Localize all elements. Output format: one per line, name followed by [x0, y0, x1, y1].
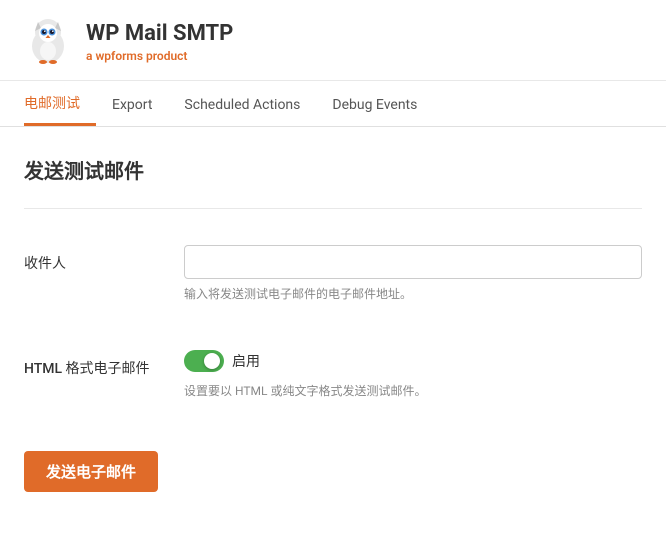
logo-text: WP Mail SMTP a wpforms product: [86, 21, 233, 63]
app-subtitle: a wpforms product: [86, 49, 233, 63]
send-button[interactable]: 发送电子邮件: [24, 451, 158, 492]
form-row-html-format: HTML 格式电子邮件 启用 设置要以 HTML 或纯文字格式发送测试邮件。: [24, 338, 642, 411]
brand-name: wpforms: [95, 49, 143, 63]
recipient-label: 收件人: [24, 245, 184, 273]
html-format-hint: 设置要以 HTML 或纯文字格式发送测试邮件。: [184, 382, 642, 399]
toggle-wrap: 启用: [184, 350, 642, 372]
html-format-label: HTML 格式电子邮件: [24, 350, 184, 378]
form-row-recipient: 收件人 输入将发送测试电子邮件的电子邮件地址。: [24, 233, 642, 314]
html-toggle[interactable]: [184, 350, 224, 372]
tab-email-test[interactable]: 电邮测试: [24, 81, 96, 126]
toggle-label: 启用: [232, 351, 260, 371]
page-wrapper: WP Mail SMTP a wpforms product 电邮测试 Expo…: [0, 0, 666, 542]
tab-export[interactable]: Export: [96, 85, 168, 126]
header: WP Mail SMTP a wpforms product: [0, 0, 666, 81]
nav-tabs: 电邮测试 Export Scheduled Actions Debug Even…: [0, 81, 666, 127]
section-title: 发送测试邮件: [24, 155, 642, 184]
html-format-control: 启用 设置要以 HTML 或纯文字格式发送测试邮件。: [184, 350, 642, 399]
app-title: WP Mail SMTP: [86, 21, 233, 47]
divider: [24, 208, 642, 209]
toggle-thumb: [204, 353, 220, 369]
main-content: 发送测试邮件 收件人 输入将发送测试电子邮件的电子邮件地址。 HTML 格式电子…: [0, 127, 666, 524]
tab-debug-events[interactable]: Debug Events: [316, 85, 433, 126]
recipient-hint: 输入将发送测试电子邮件的电子邮件地址。: [184, 285, 642, 302]
toggle-track: [184, 350, 224, 372]
logo-icon: [24, 18, 72, 66]
recipient-input[interactable]: [184, 245, 642, 279]
recipient-control: 输入将发送测试电子邮件的电子邮件地址。: [184, 245, 642, 302]
tab-scheduled-actions[interactable]: Scheduled Actions: [168, 85, 316, 126]
